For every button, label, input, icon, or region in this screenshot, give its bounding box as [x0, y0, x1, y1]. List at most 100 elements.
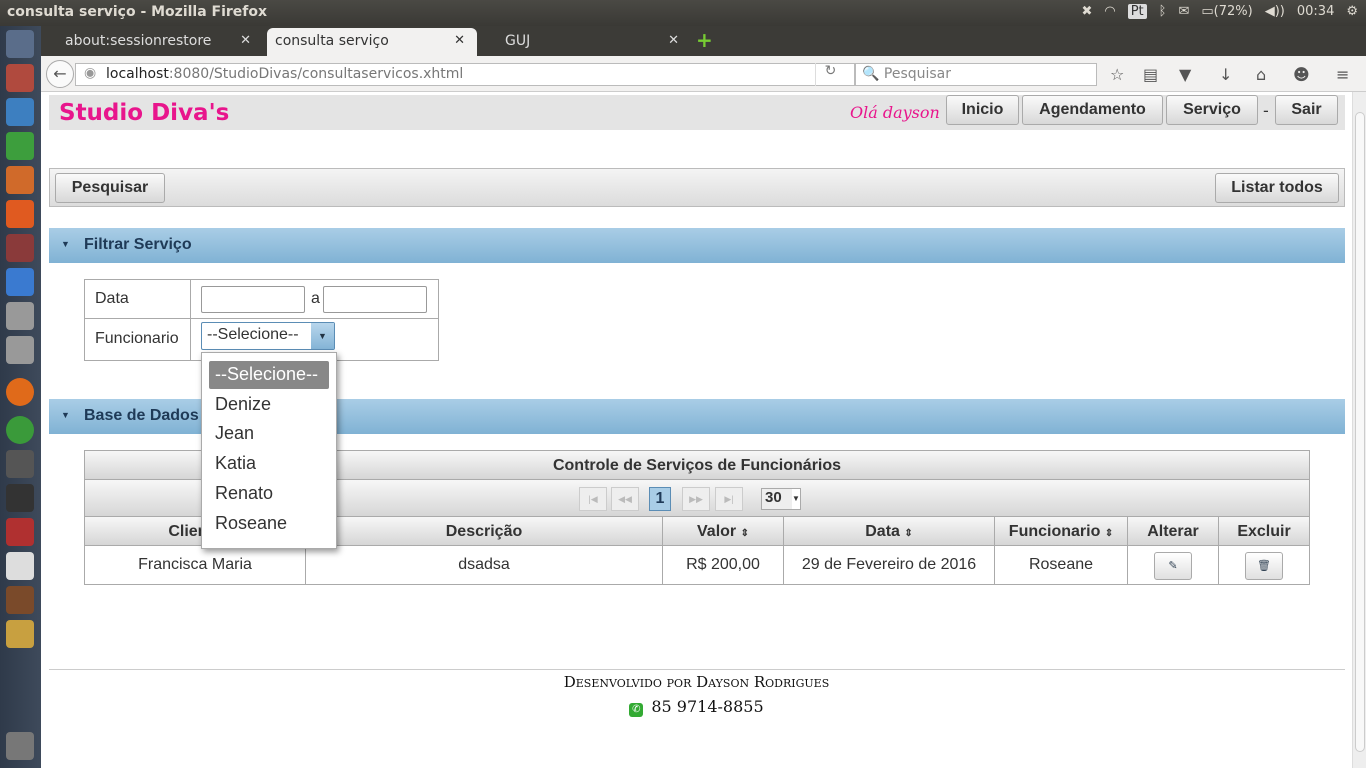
col-excluir: Excluir	[1237, 523, 1291, 540]
writer-icon[interactable]	[6, 98, 34, 126]
logout-button[interactable]: Sair	[1275, 95, 1338, 125]
edit-button[interactable]: ✎	[1154, 552, 1192, 580]
collapse-icon[interactable]: ▼	[61, 239, 70, 249]
dropbox-icon[interactable]: ✖	[1081, 4, 1092, 19]
search-button[interactable]: Pesquisar	[55, 173, 165, 203]
tab-sessionrestore[interactable]: about:sessionrestore ✕	[41, 28, 263, 56]
keyboard-indicator[interactable]: Pt	[1127, 4, 1147, 19]
chrome-icon[interactable]	[6, 416, 34, 444]
installer-icon[interactable]	[6, 518, 34, 546]
col-descricao[interactable]: Descrição	[306, 517, 663, 545]
option-jean[interactable]: Jean	[209, 420, 329, 448]
tab-label: about:sessionrestore	[65, 33, 212, 49]
close-icon[interactable]: ✕	[454, 33, 465, 48]
download-icon[interactable]: ↓	[1219, 65, 1232, 84]
option-denize[interactable]: Denize	[209, 391, 329, 419]
drive-icon[interactable]	[6, 302, 34, 330]
reading-list-icon[interactable]: ▤	[1143, 65, 1158, 84]
delete-button[interactable]: 🗑	[1245, 552, 1283, 580]
battery-indicator[interactable]: ▭(72%)	[1201, 4, 1252, 19]
nav-servico-button[interactable]: Serviço	[1166, 95, 1258, 125]
calc-icon[interactable]	[6, 132, 34, 160]
page-1-button[interactable]: 1	[649, 487, 671, 511]
col-valor[interactable]: Valor ⇕	[663, 517, 784, 545]
sublime-icon[interactable]	[6, 450, 34, 478]
bluetooth-icon[interactable]: ᛒ	[1159, 4, 1167, 19]
pocket-icon[interactable]: ▼	[1179, 65, 1191, 84]
power-icon[interactable]: ⚙	[1346, 4, 1358, 19]
next-page-button[interactable]: ▶▶	[682, 487, 710, 511]
editor-icon[interactable]	[6, 552, 34, 580]
home-icon[interactable]: ⌂	[1256, 65, 1266, 84]
option-roseane[interactable]: Roseane	[209, 510, 329, 538]
sort-icon[interactable]: ⇕	[904, 528, 912, 539]
chat-icon[interactable]: ☻	[1293, 65, 1310, 84]
rows-per-page-value: 30	[765, 489, 782, 506]
sort-icon[interactable]: ⇕	[1105, 528, 1113, 539]
video-icon[interactable]	[6, 484, 34, 512]
settings-icon[interactable]	[6, 234, 34, 262]
drive-icon-2[interactable]	[6, 336, 34, 364]
impress-icon[interactable]	[6, 166, 34, 194]
chevron-down-icon: ▼	[792, 489, 800, 509]
employee-select[interactable]: --Selecione-- ▼	[201, 322, 335, 350]
cell-excluir: 🗑	[1219, 546, 1309, 584]
date-to-input[interactable]	[323, 286, 427, 313]
close-icon[interactable]: ✕	[668, 33, 679, 48]
greeting: Olá dayson	[850, 103, 940, 122]
system-tray[interactable]: ✖ ◠ Pt ᛒ ✉ ▭(72%) ◀)) 00:34 ⚙	[1081, 4, 1358, 19]
software-center-icon[interactable]	[6, 200, 34, 228]
panel-title: Filtrar Serviço	[84, 236, 192, 253]
tab-consulta-servico[interactable]: consulta serviço ✕	[267, 28, 477, 56]
prev-page-button[interactable]: ◀◀	[611, 487, 639, 511]
cell-valor: R$ 200,00	[663, 546, 784, 584]
rows-per-page-select[interactable]: 30 ▼	[761, 488, 801, 510]
trash-icon[interactable]	[6, 732, 34, 760]
search-input[interactable]: 🔍 Pesquisar	[855, 63, 1097, 86]
mail-icon[interactable]: ✉	[1178, 4, 1189, 19]
volume-icon[interactable]: ◀))	[1265, 4, 1285, 19]
page-scrollbar[interactable]	[1352, 92, 1366, 768]
clock[interactable]: 00:34	[1297, 4, 1334, 19]
reload-button[interactable]: ↻	[815, 63, 845, 86]
option-renato[interactable]: Renato	[209, 480, 329, 508]
collapse-icon[interactable]: ▼	[61, 410, 70, 420]
bookmark-star-icon[interactable]: ☆	[1110, 65, 1124, 84]
files-icon[interactable]	[6, 64, 34, 92]
url-bar[interactable]: ◉ localhost:8080/StudioDivas/consultaserv…	[75, 63, 855, 86]
nav-bar: ◉ localhost:8080/StudioDivas/consultaserv…	[41, 56, 1366, 92]
app-icon[interactable]	[6, 586, 34, 614]
chevron-down-icon[interactable]: ▼	[311, 323, 334, 349]
firefox-icon[interactable]	[6, 378, 34, 406]
filter-form: Data a Funcionario --Selecione-- ▼	[84, 279, 439, 361]
first-page-button[interactable]: |◀	[579, 487, 607, 511]
filter-panel-header[interactable]: ▼ Filtrar Serviço	[49, 228, 1345, 263]
col-funcionario[interactable]: Funcionario ⇕	[995, 517, 1128, 545]
list-all-button[interactable]: Listar todos	[1215, 173, 1339, 203]
dash-icon[interactable]	[6, 30, 34, 58]
col-label: Funcionario	[1008, 523, 1101, 540]
nav-inicio-button[interactable]: Inicio	[946, 95, 1019, 125]
brand-logo[interactable]: Studio Diva's	[59, 100, 229, 126]
new-tab-icon[interactable]: +	[696, 28, 713, 52]
scrollbar-thumb[interactable]	[1355, 112, 1365, 752]
col-alterar: Alterar	[1128, 517, 1219, 545]
employee-label: Funcionario	[95, 330, 179, 347]
date-from-input[interactable]	[201, 286, 305, 313]
footer-divider	[49, 669, 1345, 670]
close-icon[interactable]: ✕	[240, 33, 251, 48]
site-header: Studio Diva's Olá dayson Inicio Agendame…	[49, 95, 1345, 130]
menu-icon[interactable]: ≡	[1336, 65, 1349, 84]
option-katia[interactable]: Katia	[209, 450, 329, 478]
sort-icon[interactable]: ⇕	[741, 528, 749, 539]
back-button[interactable]: ←	[46, 60, 74, 88]
nav-agendamento-button[interactable]: Agendamento	[1022, 95, 1163, 125]
dropbox-launcher-icon[interactable]	[6, 268, 34, 296]
last-page-button[interactable]: ▶|	[715, 487, 743, 511]
tab-guj[interactable]: GUJ ✕	[481, 28, 691, 56]
tab-label: consulta serviço	[275, 33, 389, 49]
option-selecione[interactable]: --Selecione--	[209, 361, 329, 389]
wifi-icon[interactable]: ◠	[1104, 4, 1115, 19]
archive-icon[interactable]	[6, 620, 34, 648]
col-data[interactable]: Data ⇕	[784, 517, 995, 545]
